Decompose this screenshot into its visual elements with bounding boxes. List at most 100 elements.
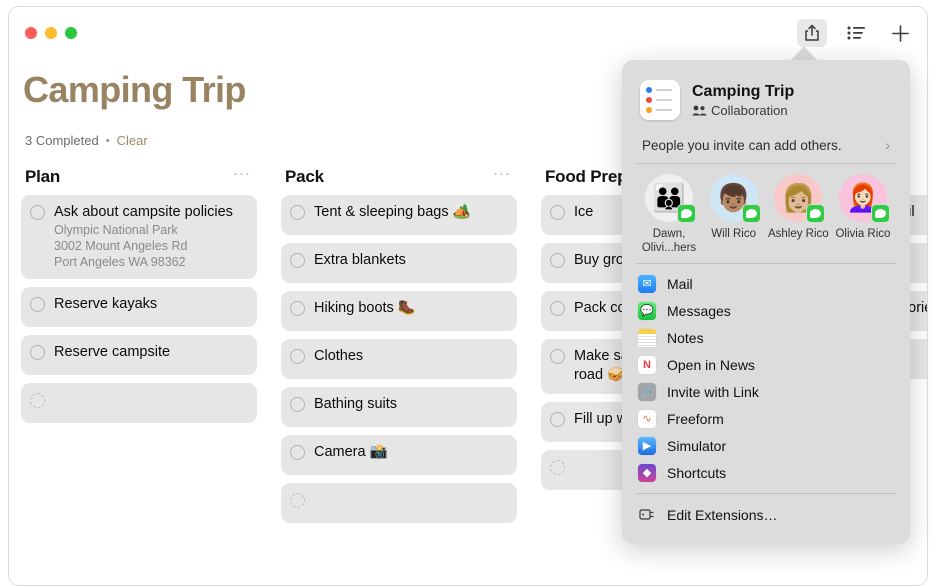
checkbox-circle-icon[interactable] [290,301,305,316]
reminder-title: Reserve kayaks [54,296,158,312]
reminder-item[interactable]: Reserve kayaks [21,287,257,327]
share-target-open-in-news[interactable]: N Open in News [622,351,910,378]
checkbox-circle-icon[interactable] [30,393,45,408]
reminder-body: Hiking boots 🥾 [314,299,416,318]
checkbox-circle-icon[interactable] [550,253,565,268]
reminder-body: Bathing suits [314,395,397,414]
reminder-item[interactable]: Tent & sleeping bags 🏕️ [281,195,517,235]
reminder-item[interactable]: Hiking boots 🥾 [281,291,517,331]
freeform-icon: ∿ [638,409,656,428]
list-icon [847,26,865,40]
share-target-messages[interactable]: 💬 Messages [622,297,910,324]
share-target-label: Notes [667,329,704,346]
share-target-mail[interactable]: ✉ Mail [622,270,910,297]
participant[interactable]: 👩🏼 Ashley Rico [767,174,829,255]
share-target-notes[interactable]: Notes [622,324,910,351]
reminder-title: Extra blankets [314,252,406,268]
list-view-button[interactable] [841,19,871,47]
share-target-simulator[interactable]: ▶ Simulator [622,432,910,459]
column-plan: Plan ··· Ask about campsite policies Olympi… [9,159,269,585]
checkbox-circle-icon[interactable] [290,493,305,508]
reminder-title: Ice [574,204,594,220]
reminder-body: Camera 📸 [314,443,388,462]
checkbox-circle-icon[interactable] [550,460,565,475]
reminder-title: Bathing suits [314,396,398,412]
reminder-item[interactable]: Ask about campsite policies Olympic Natio… [21,195,257,279]
checkbox-circle-icon[interactable] [290,205,305,220]
reminder-body: Extra blankets [314,251,406,270]
zoom-button[interactable] [65,27,77,39]
participants-row: 👪 Dawn, Olivi...hers 👦🏽 Will Rico 👩🏼 Ashley R… [622,164,910,263]
reminder-item[interactable]: Bathing suits [281,387,517,427]
participant[interactable]: 👦🏽 Will Rico [703,174,765,255]
column-menu-button[interactable]: ··· [493,166,511,185]
reminder-item[interactable]: Extra blankets [281,243,517,283]
checkbox-circle-icon[interactable] [550,412,565,427]
participant-name: Olivia Rico [835,228,891,240]
share-target-freeform[interactable]: ∿ Freeform [622,405,910,432]
share-button[interactable] [797,19,827,47]
participant-name: Dawn, Olivi...hers [641,228,697,254]
reminder-item[interactable]: Clothes [281,339,517,379]
close-button[interactable] [25,27,37,39]
share-target-invite-with-link[interactable]: 🔗 Invite with Link [622,378,910,405]
new-reminder-row[interactable] [281,483,517,523]
reminder-body: Reserve kayaks [54,295,157,314]
share-target-label: Shortcuts [667,464,727,481]
checkbox-circle-icon[interactable] [30,205,45,220]
checkbox-circle-icon[interactable] [290,349,305,364]
avatar: 👦🏽 [709,174,761,223]
page-title: Camping Trip [23,69,246,110]
column-menu-button[interactable]: ··· [233,166,251,185]
share-target-label: Mail [667,275,693,292]
messages-badge-icon [870,204,890,223]
checkbox-circle-icon[interactable] [550,349,565,364]
popover-collaboration: Collaboration [692,103,794,118]
completed-count: 3 Completed [25,133,99,148]
participant[interactable]: 👩🏻‍🦰 Olivia Rico [832,174,894,255]
new-reminder-row[interactable] [21,383,257,423]
participant-name: Ashley Rico [767,228,829,240]
messages-badge-icon [741,204,761,223]
checkbox-circle-icon[interactable] [30,345,45,360]
checkbox-circle-icon[interactable] [550,205,565,220]
checkbox-circle-icon[interactable] [290,445,305,460]
column-title: Pack [285,167,324,186]
participant[interactable]: 👪 Dawn, Olivi...hers [638,174,700,255]
share-targets-menu: ✉ Mail 💬 Messages Notes N Open in News 🔗 Invite … [622,264,910,486]
edit-extensions-item[interactable]: Edit Extensions… [622,501,910,528]
invite-permission-row[interactable]: People you invite can add others. › [636,132,896,163]
notes-icon [638,328,656,347]
share-target-shortcuts[interactable]: ◆ Shortcuts [622,459,910,486]
reminder-subtitle: Olympic National Park [54,223,178,237]
reminder-body: Reserve campsite [54,343,170,362]
reminder-body: Clothes [314,347,363,366]
add-button[interactable] [885,19,915,47]
collaboration-label: Collaboration [711,102,788,118]
simulator-icon: ▶ [638,436,656,455]
reminder-body: Tent & sleeping bags 🏕️ [314,203,471,222]
screen: Camping Trip 3 Completed • Clear Plan ···… [0,0,932,588]
clear-button[interactable]: Clear [117,133,148,148]
reminder-title: Reserve campsite [54,344,171,360]
checkbox-circle-icon[interactable] [290,253,305,268]
checkbox-circle-icon[interactable] [550,301,565,316]
toolbar [797,19,915,47]
checkbox-circle-icon[interactable] [30,297,45,312]
reminder-title: Hiking boots 🥾 [314,300,416,316]
reminder-subtitle: Port Angeles WA 98362 [54,255,186,269]
column-header: Pack ··· [281,159,517,195]
messages-icon: 💬 [638,301,656,320]
minimize-button[interactable] [45,27,57,39]
messages-badge-icon [677,204,696,223]
people-icon [692,105,707,115]
reminder-item[interactable]: Reserve campsite [21,335,257,375]
reminder-subtitle: 3002 Mount Angeles Rd [54,239,188,253]
reminder-title: Camera 📸 [314,444,388,460]
reminder-title: Tent & sleeping bags 🏕️ [314,204,471,220]
popover-header: Camping Trip Collaboration [622,60,910,130]
reminder-body: Ice [574,203,593,222]
mail-icon: ✉ [638,274,656,293]
checkbox-circle-icon[interactable] [290,397,305,412]
reminder-item[interactable]: Camera 📸 [281,435,517,475]
